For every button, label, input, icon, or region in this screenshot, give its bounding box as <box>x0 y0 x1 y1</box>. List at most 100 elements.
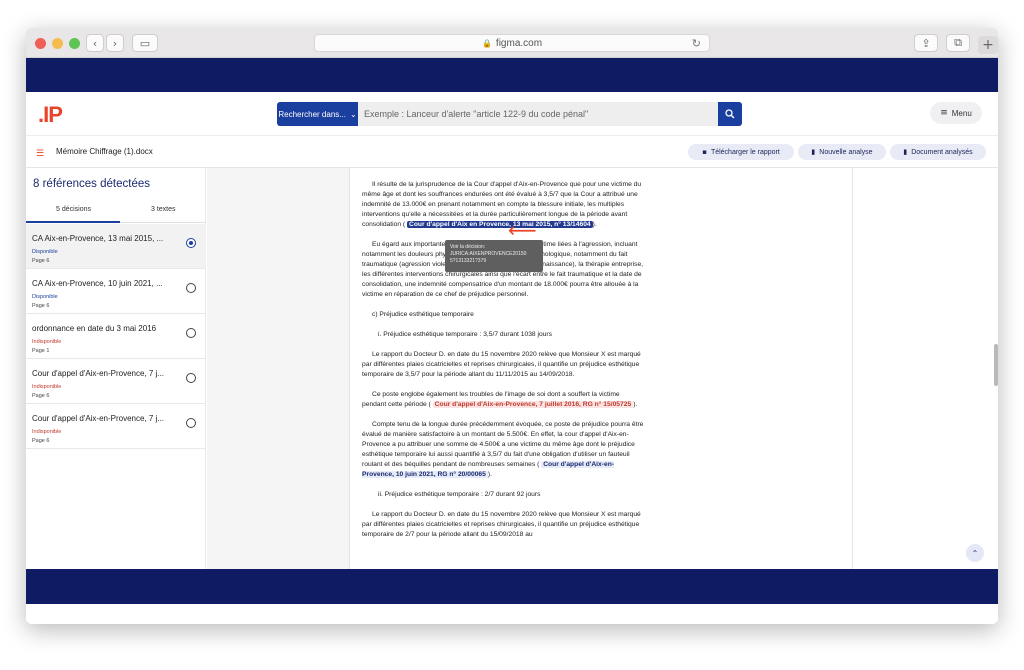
analyzed-documents-label: Document analysés <box>911 148 973 156</box>
reference-title: Cour d'appel d'Aix-en-Provence, 7 j... <box>32 414 165 423</box>
scrollbar-thumb[interactable] <box>994 344 998 386</box>
chevron-down-icon: ⌄ <box>349 109 357 119</box>
file-icon: ▮ <box>903 148 908 156</box>
reference-radio[interactable] <box>186 238 196 248</box>
share-icon: ⇪ <box>921 36 931 50</box>
document-viewer: Il résulte de la jurisprudence de la Cou… <box>207 168 998 569</box>
reference-item[interactable]: ordonnance en date du 3 mai 2016 Indispo… <box>26 314 206 359</box>
reload-icon[interactable]: ↻ <box>692 37 701 50</box>
list-icon[interactable]: ☰ <box>36 149 44 159</box>
footer-area <box>26 604 998 624</box>
lock-icon: 🔒 <box>481 38 492 48</box>
reference-title: CA Aix-en-Provence, 13 mai 2015, ... <box>32 234 164 243</box>
browser-toolbar: ‹ › ▭ 🔒 figma.com ↻ ⇪ ⧉ + <box>26 28 998 58</box>
tooltip-line: JURICA:AIXENPROVENCE20150 <box>450 251 527 257</box>
tooltip-line: Voir la décision: <box>450 244 486 250</box>
tab-decisions[interactable]: 5 décisions <box>56 206 91 213</box>
paragraph: Ce poste englobe également les troubles … <box>362 390 644 410</box>
paragraph: Compte tenu de la longue durée précédemm… <box>362 420 644 480</box>
reference-page: Page 6 <box>32 393 50 399</box>
search-category-dropdown[interactable]: Rechercher dans... ⌄ <box>277 102 358 126</box>
subsection-heading: i. Préjudice esthétique temporaire : 3,5… <box>378 331 552 338</box>
minimize-window-button[interactable] <box>52 38 63 49</box>
chevron-right-icon: › <box>112 36 118 50</box>
tooltip-line: 5?1313321?379 <box>450 258 487 264</box>
reference-page: Page 1 <box>32 348 50 354</box>
reference-title: ordonnance en date du 3 mai 2016 <box>32 324 157 333</box>
tabs-icon: ⧉ <box>954 36 962 49</box>
search-button[interactable] <box>718 102 742 126</box>
right-margin-panel <box>853 168 998 569</box>
reference-status: Indisponible <box>32 384 62 390</box>
paragraph-text: ). <box>487 471 492 478</box>
save-icon: ▪ <box>702 148 707 156</box>
download-report-label: Télécharger le rapport <box>710 148 780 156</box>
app-header: .IP Rechercher dans... ⌄ ≡ Menu <box>26 92 998 136</box>
citation-highlight[interactable]: Cour d'appel d'Aix en Provence, 13 mai 2… <box>406 221 593 228</box>
reference-radio[interactable] <box>186 373 196 383</box>
reference-status: Disponible <box>32 294 58 300</box>
plus-icon: + <box>982 37 994 53</box>
reference-item[interactable]: CA Aix-en-Provence, 13 mai 2015, ... Dis… <box>26 224 206 269</box>
reference-page: Page 6 <box>32 303 50 309</box>
reference-status: Disponible <box>32 249 58 255</box>
chevron-left-icon: ‹ <box>92 36 98 50</box>
decision-tooltip: Voir la décision: JURICA:AIXENPROVENCE20… <box>445 240 543 272</box>
paragraph: Le rapport du Docteur D. en date du 15 n… <box>362 351 641 378</box>
subsection-heading: ii. Préjudice esthétique temporaire : 2/… <box>378 491 541 498</box>
reference-status: Indisponible <box>32 339 62 345</box>
share-button[interactable]: ⇪ <box>914 34 938 52</box>
reference-radio[interactable] <box>186 283 196 293</box>
menu-button[interactable]: ≡ Menu <box>930 102 982 124</box>
address-bar[interactable]: 🔒 figma.com ↻ <box>314 34 710 52</box>
reference-item[interactable]: Cour d'appel d'Aix-en-Provence, 7 j... I… <box>26 359 206 404</box>
reference-title: Cour d'appel d'Aix-en-Provence, 7 j... <box>32 369 165 378</box>
menu-label: Menu <box>951 108 972 118</box>
browser-window: ‹ › ▭ 🔒 figma.com ↻ ⇪ ⧉ + .IP Rechercher… <box>26 28 998 624</box>
reference-item[interactable]: Cour d'appel d'Aix-en-Provence, 7 j... I… <box>26 404 206 449</box>
scroll-to-top-button[interactable]: ⌃ <box>966 544 984 562</box>
hamburger-icon: ≡ <box>940 108 948 118</box>
new-analysis-label: Nouvelle analyse <box>819 148 873 156</box>
app-logo[interactable]: .IP <box>38 102 63 128</box>
top-banner <box>26 58 998 92</box>
close-window-button[interactable] <box>35 38 46 49</box>
reference-radio[interactable] <box>186 328 196 338</box>
document-name: Mémoire Chiffrage (1).docx <box>56 147 153 156</box>
back-button[interactable]: ‹ <box>86 34 104 52</box>
zoom-window-button[interactable] <box>69 38 80 49</box>
paragraph-text: ). <box>592 221 597 228</box>
chevron-up-icon: ⌃ <box>971 548 979 558</box>
document-text: Il résulte de la jurisprudence de la Cou… <box>362 180 644 550</box>
search-input[interactable] <box>358 102 718 126</box>
reference-page: Page 6 <box>32 438 50 444</box>
paragraph-text: ). <box>633 401 638 408</box>
new-analysis-button[interactable]: ▮ Nouvelle analyse <box>798 144 886 160</box>
forward-button[interactable]: › <box>106 34 124 52</box>
document-page: Il résulte de la jurisprudence de la Cou… <box>349 168 853 569</box>
analyzed-documents-button[interactable]: ▮ Document analysés <box>890 144 986 160</box>
reference-page: Page 6 <box>32 258 50 264</box>
sidebar-toggle-button[interactable]: ▭ <box>132 34 158 52</box>
tab-overview-button[interactable]: ⧉ <box>946 34 970 52</box>
reference-title: CA Aix-en-Provence, 10 juin 2021, ... <box>32 279 163 288</box>
tab-texts[interactable]: 3 textes <box>151 206 176 213</box>
reference-item[interactable]: CA Aix-en-Provence, 10 juin 2021, ... Di… <box>26 269 206 314</box>
bottom-banner <box>26 569 998 604</box>
new-tab-button[interactable]: + <box>978 36 998 54</box>
citation-highlight[interactable]: Cour d'appel d'Aix-en-Provence, 7 juille… <box>432 401 634 408</box>
paragraph: Le rapport du Docteur D. en date du 15 n… <box>362 511 641 538</box>
references-count-title: 8 références détectées <box>33 178 150 190</box>
document-toolbar: ☰ Mémoire Chiffrage (1).docx ▪ Télécharg… <box>26 136 998 168</box>
file-icon: ▮ <box>811 148 816 156</box>
search-bar: Rechercher dans... ⌄ <box>277 102 742 126</box>
download-report-button[interactable]: ▪ Télécharger le rapport <box>688 144 794 160</box>
references-panel: 8 références détectées 5 décisions 3 tex… <box>26 168 206 569</box>
search-icon <box>725 109 735 119</box>
section-heading: c) Préjudice esthétique temporaire <box>372 311 474 318</box>
reference-radio[interactable] <box>186 418 196 428</box>
reference-status: Indisponible <box>32 429 62 435</box>
arrow-left-icon: ⟵ <box>508 218 537 242</box>
url-text: figma.com <box>495 37 543 49</box>
active-tab-indicator <box>26 221 120 223</box>
